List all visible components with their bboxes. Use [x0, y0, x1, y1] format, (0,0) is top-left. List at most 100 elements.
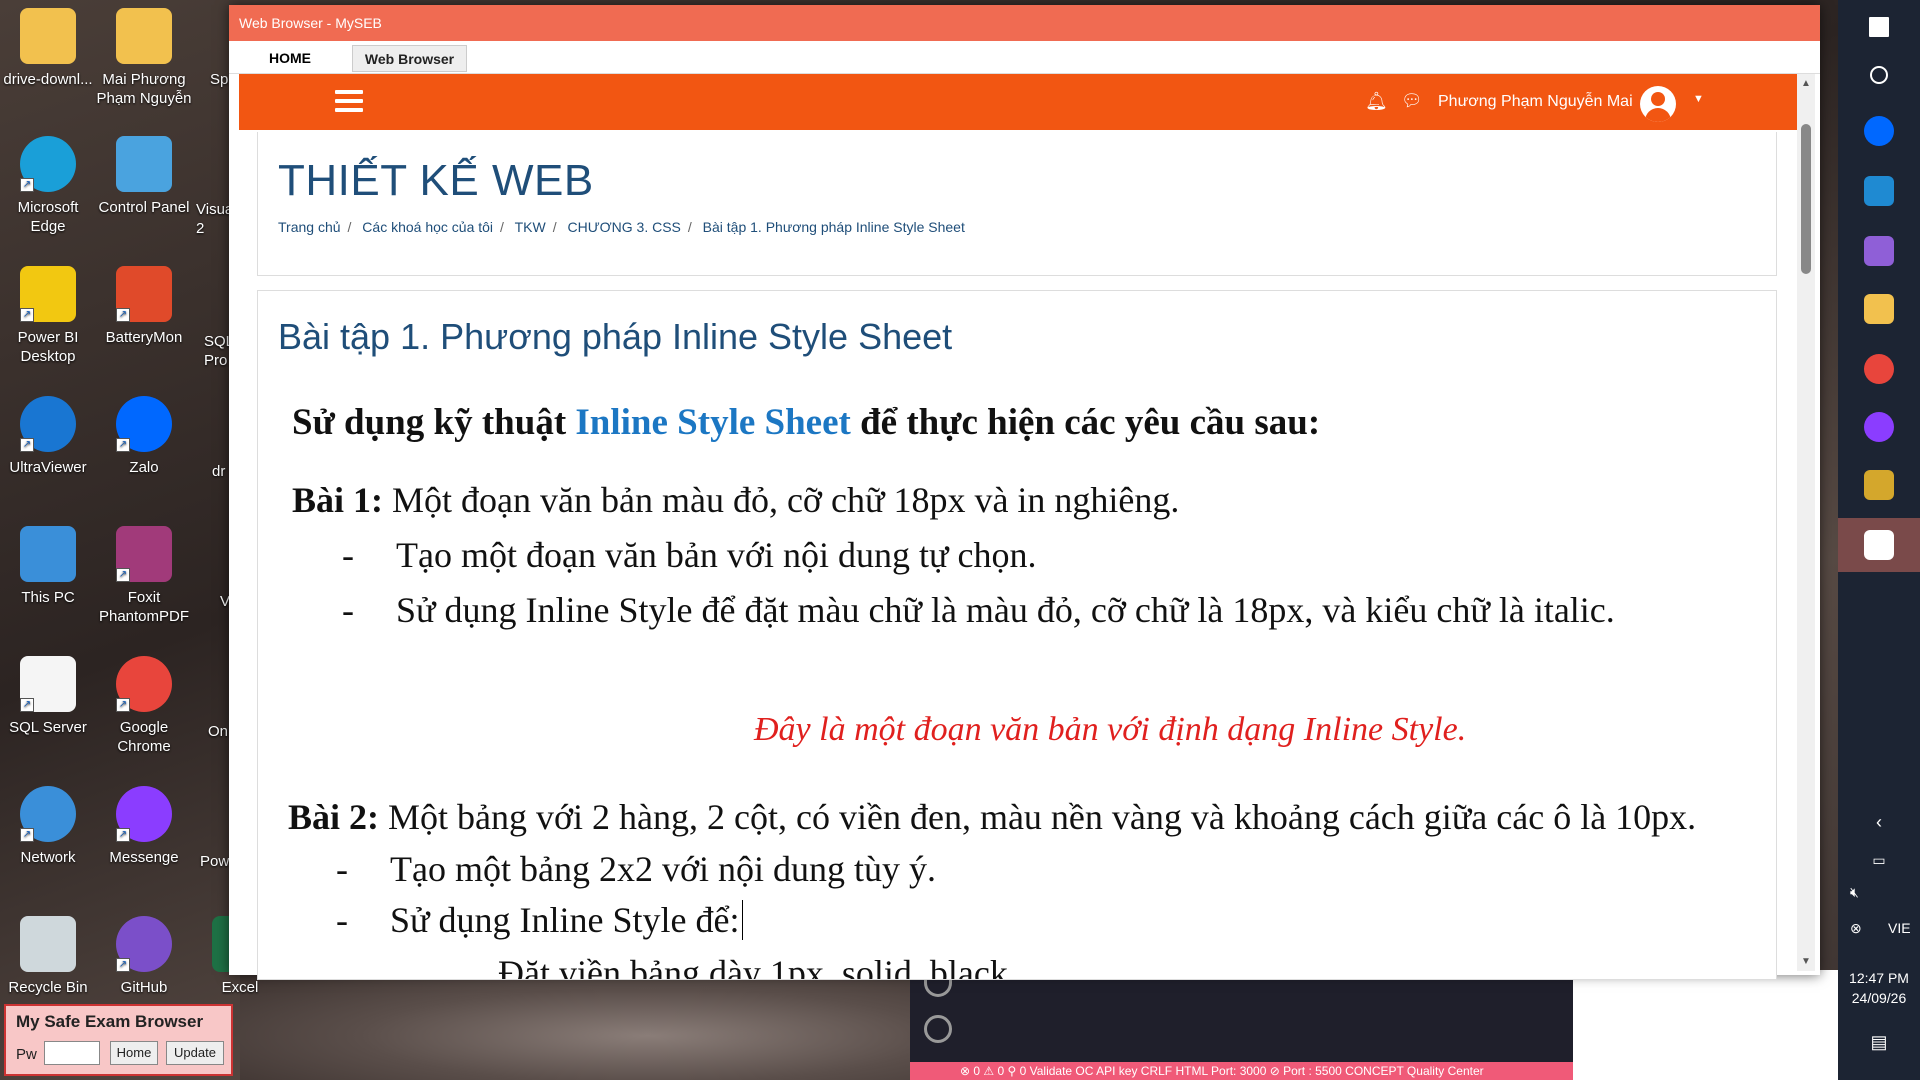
tab-web-browser[interactable]: Web Browser — [352, 45, 467, 72]
zalo-icon: ↗ — [116, 396, 172, 452]
battery-icon: ↗ — [116, 266, 172, 322]
desktop-icon-sqlserver[interactable]: ↗ SQL Server — [0, 656, 96, 737]
taskbar-app[interactable] — [1838, 458, 1920, 512]
taskbar-vscode[interactable] — [1838, 164, 1920, 218]
scroll-down-icon[interactable]: ▼ — [1801, 956, 1811, 967]
desktop-icon-label: This PC — [21, 589, 75, 606]
shortcut-arrow-icon: ↗ — [20, 308, 34, 322]
bai2-item: - Tạo một bảng 2x2 với nội dung tùy ý. — [336, 849, 936, 889]
bell-icon[interactable]: 🔔︎ — [1365, 91, 1388, 111]
breadcrumb-item[interactable]: TKW — [515, 219, 546, 235]
home-button[interactable]: Home — [110, 1041, 158, 1065]
desktop-icon-label: Network — [20, 849, 76, 866]
desktop-icon-label: Google Chrome — [117, 719, 171, 755]
desktop-icon-label: Mai Phương Phạm Nguyễn — [96, 71, 192, 107]
desktop-icon-zalo[interactable]: ↗ Zalo — [96, 396, 192, 477]
course-header: THIẾT KẾ WEB Trang chủ / Các khoá học của… — [257, 132, 1777, 276]
desktop-icon-recyclebin[interactable]: Recycle Bin — [0, 916, 96, 997]
shortcut-arrow-icon: ↗ — [20, 438, 34, 452]
desktop-icon-label: UltraViewer — [9, 459, 87, 476]
breadcrumb-item[interactable]: Các khoá học của tôi — [362, 219, 493, 235]
assignment-content: Bài tập 1. Phương pháp Inline Style Shee… — [257, 290, 1777, 980]
menu-icon[interactable] — [335, 90, 363, 114]
gear-icon[interactable] — [924, 1015, 952, 1043]
user-name[interactable]: Phương Phạm Nguyễn Mai — [1438, 92, 1633, 112]
scrollbar[interactable]: ▲ ▼ — [1797, 74, 1815, 971]
desktop-icon-partial[interactable]: On — [208, 722, 230, 741]
start-button[interactable] — [1838, 0, 1920, 54]
chat-icon[interactable]: 💬︎ — [1401, 91, 1423, 111]
desktop-icon-label: drive-downl... — [3, 71, 93, 88]
desktop-icon-label: Messenge — [109, 849, 179, 866]
desktop-icon-github[interactable]: ↗ GitHub — [96, 916, 192, 997]
bai2-item: - Sử dụng Inline Style để: — [336, 899, 743, 941]
desktop-icon-label: Recycle Bin — [8, 979, 88, 996]
github-icon: ↗ — [116, 916, 172, 972]
messenger-icon — [1864, 412, 1894, 442]
folder-icon — [1864, 294, 1894, 324]
desktop-icon-partial[interactable]: Visua 2 — [196, 200, 233, 238]
desktop-icon-chrome[interactable]: ↗ Google Chrome — [96, 656, 192, 756]
breadcrumb-item[interactable]: Bài tập 1. Phương pháp Inline Style Shee… — [703, 219, 965, 235]
vscode-status-bar[interactable]: ⊗ 0 ⚠ 0 ⚲ 0 Validate OC API key CRLF HTM… — [910, 1062, 1573, 1080]
desktop-icon-thispc[interactable]: This PC — [0, 526, 96, 607]
messenger-icon: ↗ — [116, 786, 172, 842]
user-folder-icon — [116, 8, 172, 64]
desktop-icon-label: Power BI Desktop — [17, 329, 79, 365]
taskbar-myseb[interactable] — [1838, 518, 1920, 572]
chevron-down-icon[interactable]: ▼ — [1693, 93, 1704, 105]
taskbar-chrome[interactable] — [1838, 342, 1920, 396]
scroll-up-icon[interactable]: ▲ — [1801, 78, 1811, 89]
control-panel-icon — [116, 136, 172, 192]
update-button[interactable]: Update — [166, 1041, 224, 1065]
desktop-icon-foxit[interactable]: ↗ Foxit PhantomPDF — [96, 526, 192, 626]
desktop-icon-ultraviewer[interactable]: ↗ UltraViewer — [0, 396, 96, 477]
desktop-icon-batterymon[interactable]: ↗ BatteryMon — [96, 266, 192, 347]
desktop-icon-network[interactable]: ↗ Network — [0, 786, 96, 867]
desktop-icon-messenger[interactable]: ↗ Messenge — [96, 786, 192, 867]
desktop-icon-label: Foxit PhantomPDF — [98, 589, 190, 625]
desktop-icon-drive[interactable]: drive-downl... — [0, 8, 96, 89]
search-button[interactable] — [1838, 48, 1920, 102]
avatar[interactable] — [1640, 86, 1676, 122]
desktop-icon-partial[interactable]: Sp — [210, 70, 230, 89]
visual-studio-icon — [1864, 236, 1894, 266]
intro-text: Sử dụng kỹ thuật Inline Style Sheet để t… — [292, 402, 1321, 443]
notification-icon[interactable]: ▤ — [1838, 1018, 1920, 1066]
desktop-icon-edge[interactable]: ↗ Microsoft Edge — [0, 136, 96, 236]
desktop-icon-partial[interactable]: SQL Pro — [204, 332, 233, 370]
mute-icon[interactable]: 🔇︎ — [1838, 874, 1920, 910]
tab-home[interactable]: HOME — [235, 45, 345, 72]
taskbar-zalo[interactable] — [1838, 104, 1920, 158]
desktop-icon-powerbi[interactable]: ↗ Power BI Desktop — [0, 266, 96, 366]
windows-icon — [1869, 17, 1889, 37]
site-navbar: 🔔︎ 💬︎ Phương Phạm Nguyễn Mai ▼ — [239, 74, 1797, 130]
network-icon: ↗ — [20, 786, 76, 842]
taskbar-explorer[interactable] — [1838, 282, 1920, 336]
desktop-icon-partial[interactable]: dr — [212, 462, 230, 481]
desktop-icon-controlpanel[interactable]: Control Panel — [96, 136, 192, 217]
shortcut-arrow-icon: ↗ — [116, 958, 130, 972]
taskbar-messenger[interactable] — [1838, 400, 1920, 454]
chrome-icon: ↗ — [116, 656, 172, 712]
computer-icon — [20, 526, 76, 582]
taskbar-visualstudio[interactable] — [1838, 224, 1920, 278]
language-indicator[interactable]: VIE — [1888, 920, 1911, 936]
pdf-icon: ↗ — [116, 526, 172, 582]
file-icon: ↗ — [20, 656, 76, 712]
breadcrumb-item[interactable]: CHƯƠNG 3. CSS — [567, 219, 680, 235]
shortcut-arrow-icon: ↗ — [116, 568, 130, 582]
desktop-icon-partial[interactable]: Pow — [200, 852, 230, 871]
desktop-icon-label: GitHub — [120, 979, 168, 996]
chevron-left-icon[interactable]: ‹ — [1838, 804, 1920, 840]
scrollbar-thumb[interactable] — [1801, 124, 1811, 274]
shortcut-arrow-icon: ↗ — [116, 828, 130, 842]
powerbi-icon: ↗ — [20, 266, 76, 322]
clock[interactable]: 12:47 PM 24/09/26 — [1838, 968, 1920, 1008]
breadcrumb-item[interactable]: Trang chủ — [278, 219, 341, 235]
password-label: Pw — [16, 1046, 37, 1063]
desktop-icon-maiphuong[interactable]: Mai Phương Phạm Nguyễn — [96, 8, 192, 108]
folder-icon — [20, 8, 76, 64]
password-input[interactable] — [44, 1041, 100, 1065]
battery-icon[interactable]: ▭ — [1838, 842, 1920, 878]
